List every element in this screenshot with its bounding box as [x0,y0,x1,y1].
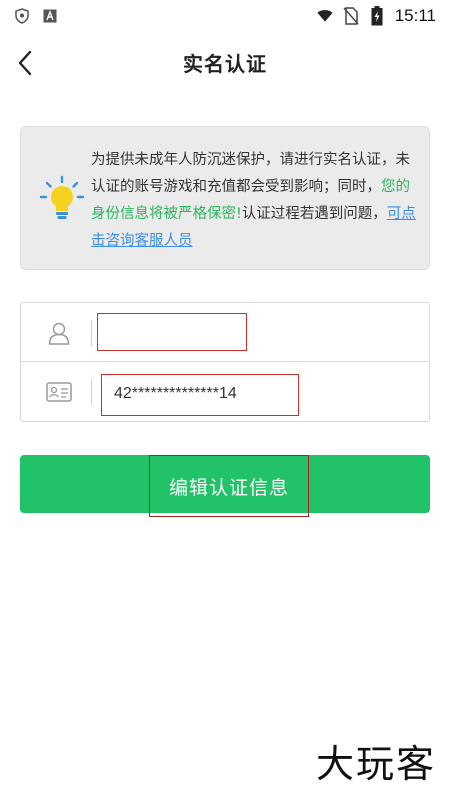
shield-icon [14,8,30,24]
chevron-left-icon [18,50,32,76]
status-right: 15:11 [317,6,436,26]
page-title: 实名认证 [183,51,267,76]
status-bar: 15:11 [0,0,450,32]
name-row [21,303,429,362]
watermark-logo: 大玩客 [315,742,436,786]
wifi-icon [317,8,333,24]
status-left [14,8,58,24]
row-divider [91,320,92,346]
row-divider [91,379,92,405]
edit-verification-label: 编辑认证信息 [149,455,309,517]
edit-verification-button[interactable]: 编辑认证信息 [20,455,430,517]
notice-text: 为提供未成年人防沉迷保护，请进行实名认证，未认证的账号游戏和充值都会受到影响；同… [91,147,421,255]
id-card-icon [45,378,73,406]
back-button[interactable] [10,48,40,78]
a-letter-icon [42,8,58,24]
notice-box: 为提供未成年人防沉迷保护，请进行实名认证，未认证的账号游戏和充值都会受到影响；同… [20,126,430,270]
no-sim-icon [343,7,359,25]
lightbulb-icon [39,175,85,223]
id-number-field[interactable]: 42**************14 [101,374,299,416]
user-icon [45,319,73,347]
battery-icon [369,6,385,26]
id-row: 42**************14 [21,362,429,421]
header: 实名认证 [0,36,450,88]
notice-text-part1: 为提供未成年人防沉迷保护，请进行实名认证，未认证的账号游戏和充值都会受到影响；同… [91,152,410,195]
status-time: 15:11 [394,6,436,25]
verification-form: 42**************14 [20,302,430,422]
name-field[interactable] [97,313,247,351]
notice-text-part2: 认证过程若遇到问题， [241,206,387,222]
